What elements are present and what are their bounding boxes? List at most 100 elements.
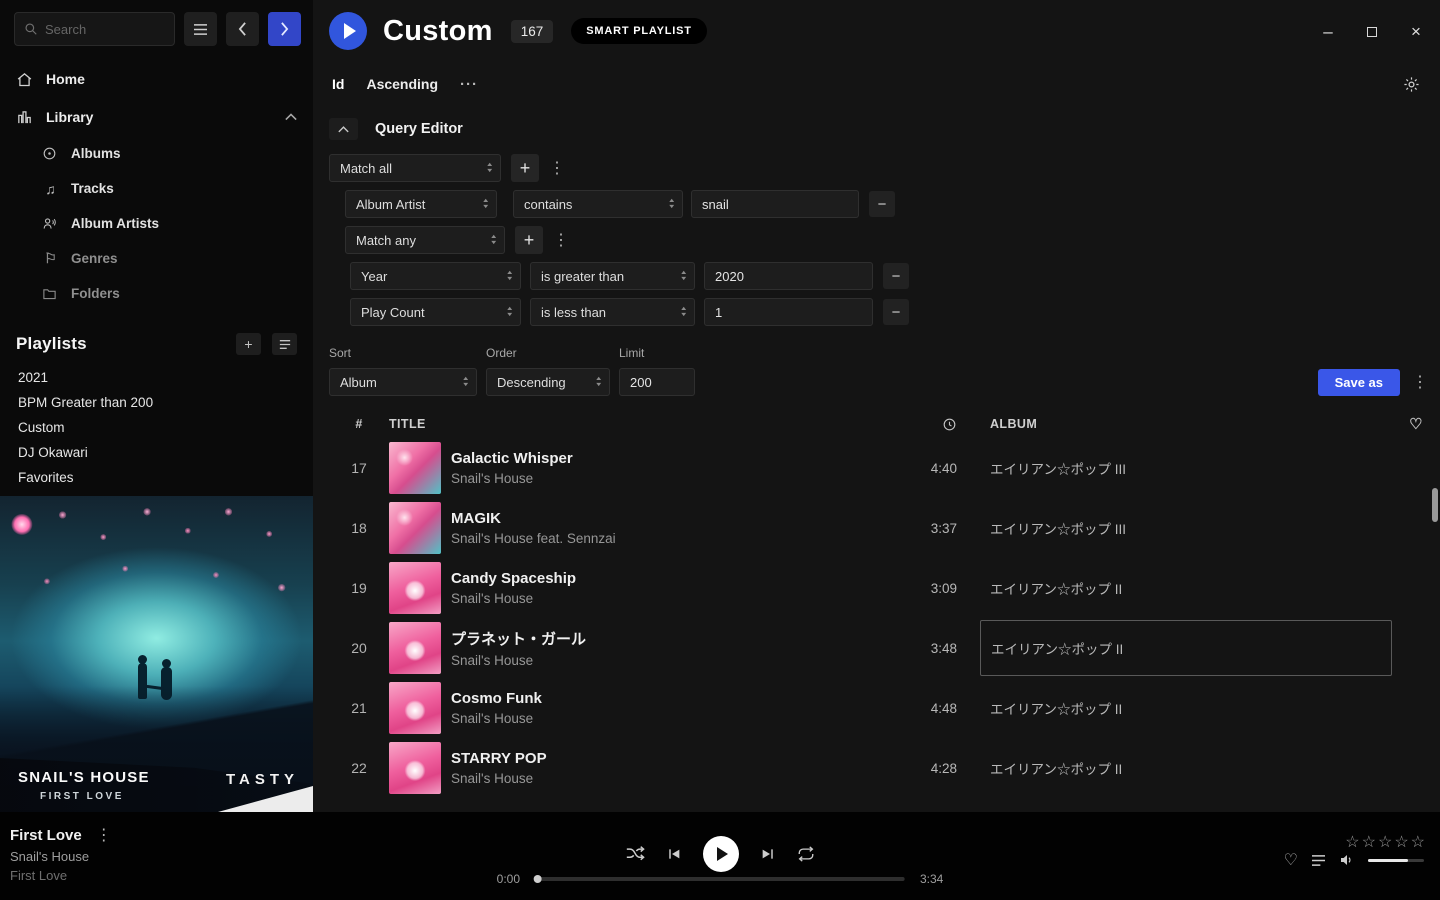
chevron-up-icon: [285, 113, 297, 121]
rule-operator-select[interactable]: is greater than ▲▼: [530, 262, 695, 290]
remove-rule-button[interactable]: −: [883, 299, 909, 325]
sidebar-item-library[interactable]: Library: [0, 98, 313, 136]
track-album[interactable]: エイリアン☆ポップ II: [980, 680, 1392, 736]
previous-button[interactable]: [666, 846, 682, 862]
star-icon[interactable]: ☆: [1362, 832, 1377, 852]
playlist-item[interactable]: Favorites: [0, 465, 313, 490]
add-playlist-button[interactable]: +: [236, 333, 261, 355]
rule-field-select[interactable]: Year ▲▼: [350, 262, 521, 290]
sidebar-item-folders[interactable]: Folders: [0, 276, 313, 311]
playlist-item[interactable]: Custom: [0, 415, 313, 440]
rule-value-input[interactable]: [704, 262, 873, 290]
favorite-button[interactable]: ♡: [1284, 850, 1298, 870]
now-playing-album-art[interactable]: SNAIL'S HOUSE FIRST LOVE TASTY: [0, 496, 313, 812]
table-row[interactable]: 22 STARRY POP Snail's House 4:28 エイリアン☆ポ…: [329, 738, 1440, 798]
save-as-button[interactable]: Save as: [1318, 369, 1400, 396]
total-time: 3:34: [920, 872, 943, 886]
sidebar-item-tracks[interactable]: ♫ Tracks: [0, 171, 313, 206]
table-row[interactable]: 19 Candy Spaceship Snail's House 3:09 エイ…: [329, 558, 1440, 618]
track-album[interactable]: エイリアン☆ポップ II: [980, 740, 1392, 796]
rule-value-input[interactable]: [704, 298, 873, 326]
playlist-list-button[interactable]: [272, 333, 297, 355]
header-title[interactable]: TITLE: [389, 417, 887, 431]
playlist-item[interactable]: DJ Okawari: [0, 440, 313, 465]
track-art-thumbnail[interactable]: [389, 622, 441, 674]
rule-operator-select[interactable]: contains ▲▼: [513, 190, 683, 218]
track-album[interactable]: エイリアン☆ポップ III: [980, 440, 1392, 496]
add-group-rule-button[interactable]: +: [515, 226, 543, 254]
match-all-select[interactable]: Match all ▲▼: [329, 154, 501, 182]
order-select[interactable]: Descending ▲▼: [486, 368, 610, 396]
query-editor-collapse-button[interactable]: [329, 118, 358, 140]
sidebar-item-albums[interactable]: Albums: [0, 136, 313, 171]
queue-button[interactable]: [1311, 854, 1326, 867]
playlist-item[interactable]: BPM Greater than 200: [0, 390, 313, 415]
add-rule-button[interactable]: +: [511, 154, 539, 182]
volume-button[interactable]: [1339, 852, 1355, 868]
star-icon[interactable]: ☆: [1345, 832, 1360, 852]
save-menu-button[interactable]: ⋮: [1412, 372, 1424, 392]
table-row[interactable]: 17 Galactic Whisper Snail's House 4:40 エ…: [329, 438, 1440, 498]
playlist-header: Custom 167 SMART PLAYLIST: [313, 0, 1440, 62]
window-close-button[interactable]: ×: [1402, 20, 1430, 44]
match-any-select[interactable]: Match any ▲▼: [345, 226, 505, 254]
table-row[interactable]: 20 プラネット・ガール Snail's House 3:48 エイリアン☆ポッ…: [329, 618, 1440, 678]
play-pause-button[interactable]: [703, 836, 739, 872]
header-duration[interactable]: [887, 417, 957, 432]
window-maximize-button[interactable]: [1358, 20, 1386, 44]
track-album[interactable]: エイリアン☆ポップ II: [980, 620, 1392, 676]
track-art-thumbnail[interactable]: [389, 562, 441, 614]
play-icon: [717, 847, 728, 861]
remove-rule-button[interactable]: −: [869, 191, 895, 217]
more-options-button[interactable]: ···: [460, 76, 478, 93]
rule-field-select[interactable]: Album Artist ▲▼: [345, 190, 497, 218]
now-playing-menu-button[interactable]: ⋮: [96, 825, 108, 845]
rule-menu-button[interactable]: ⋮: [549, 158, 561, 178]
group-menu-button[interactable]: ⋮: [553, 230, 565, 250]
header-index[interactable]: #: [329, 417, 389, 431]
playlist-item[interactable]: 2021: [0, 365, 313, 390]
collapse-chevron[interactable]: [285, 113, 297, 121]
menu-button[interactable]: [184, 12, 217, 46]
settings-button[interactable]: [1403, 76, 1420, 93]
next-button[interactable]: [760, 846, 776, 862]
sidebar-item-home[interactable]: Home: [0, 60, 313, 98]
header-album[interactable]: ALBUM: [980, 417, 1392, 431]
sidebar-item-album-artists[interactable]: Album Artists: [0, 206, 313, 241]
search-box[interactable]: [14, 12, 175, 46]
sidebar-item-label: Home: [46, 71, 85, 87]
header-favorite[interactable]: ♡: [1392, 415, 1440, 433]
track-art-thumbnail[interactable]: [389, 442, 441, 494]
rule-field-select[interactable]: Play Count ▲▼: [350, 298, 521, 326]
shuffle-button[interactable]: [625, 845, 645, 863]
search-input[interactable]: [45, 22, 165, 37]
rule-operator-select[interactable]: is less than ▲▼: [530, 298, 695, 326]
sidebar-item-genres[interactable]: ⚐ Genres: [0, 241, 313, 276]
table-row[interactable]: 21 Cosmo Funk Snail's House 4:48 エイリアン☆ポ…: [329, 678, 1440, 738]
track-art-thumbnail[interactable]: [389, 742, 441, 794]
play-playlist-button[interactable]: [329, 12, 367, 50]
window-minimize-button[interactable]: –: [1314, 20, 1342, 44]
heart-icon: ♡: [1409, 416, 1423, 433]
star-icon[interactable]: ☆: [1411, 832, 1426, 852]
remove-rule-button[interactable]: −: [883, 263, 909, 289]
repeat-button[interactable]: [797, 845, 815, 863]
track-art-thumbnail[interactable]: [389, 502, 441, 554]
sort-field-button[interactable]: Id: [332, 76, 344, 92]
seek-bar[interactable]: [535, 877, 905, 881]
table-scrollbar-thumb[interactable]: [1432, 488, 1438, 522]
sort-direction-button[interactable]: Ascending: [366, 76, 438, 92]
track-album[interactable]: エイリアン☆ポップ II: [980, 560, 1392, 616]
nav-back-button[interactable]: [226, 12, 259, 46]
limit-input[interactable]: [619, 368, 695, 396]
nav-forward-button[interactable]: [268, 12, 301, 46]
volume-slider[interactable]: [1368, 859, 1424, 862]
track-album[interactable]: エイリアン☆ポップ III: [980, 500, 1392, 556]
sort-select[interactable]: Album ▲▼: [329, 368, 477, 396]
star-icon[interactable]: ☆: [1378, 832, 1393, 852]
rule-value-input[interactable]: [691, 190, 859, 218]
star-icon[interactable]: ☆: [1394, 832, 1409, 852]
track-art-thumbnail[interactable]: [389, 682, 441, 734]
seek-knob[interactable]: [534, 875, 542, 883]
table-row[interactable]: 18 MAGIK Snail's House feat. Sennzai 3:3…: [329, 498, 1440, 558]
